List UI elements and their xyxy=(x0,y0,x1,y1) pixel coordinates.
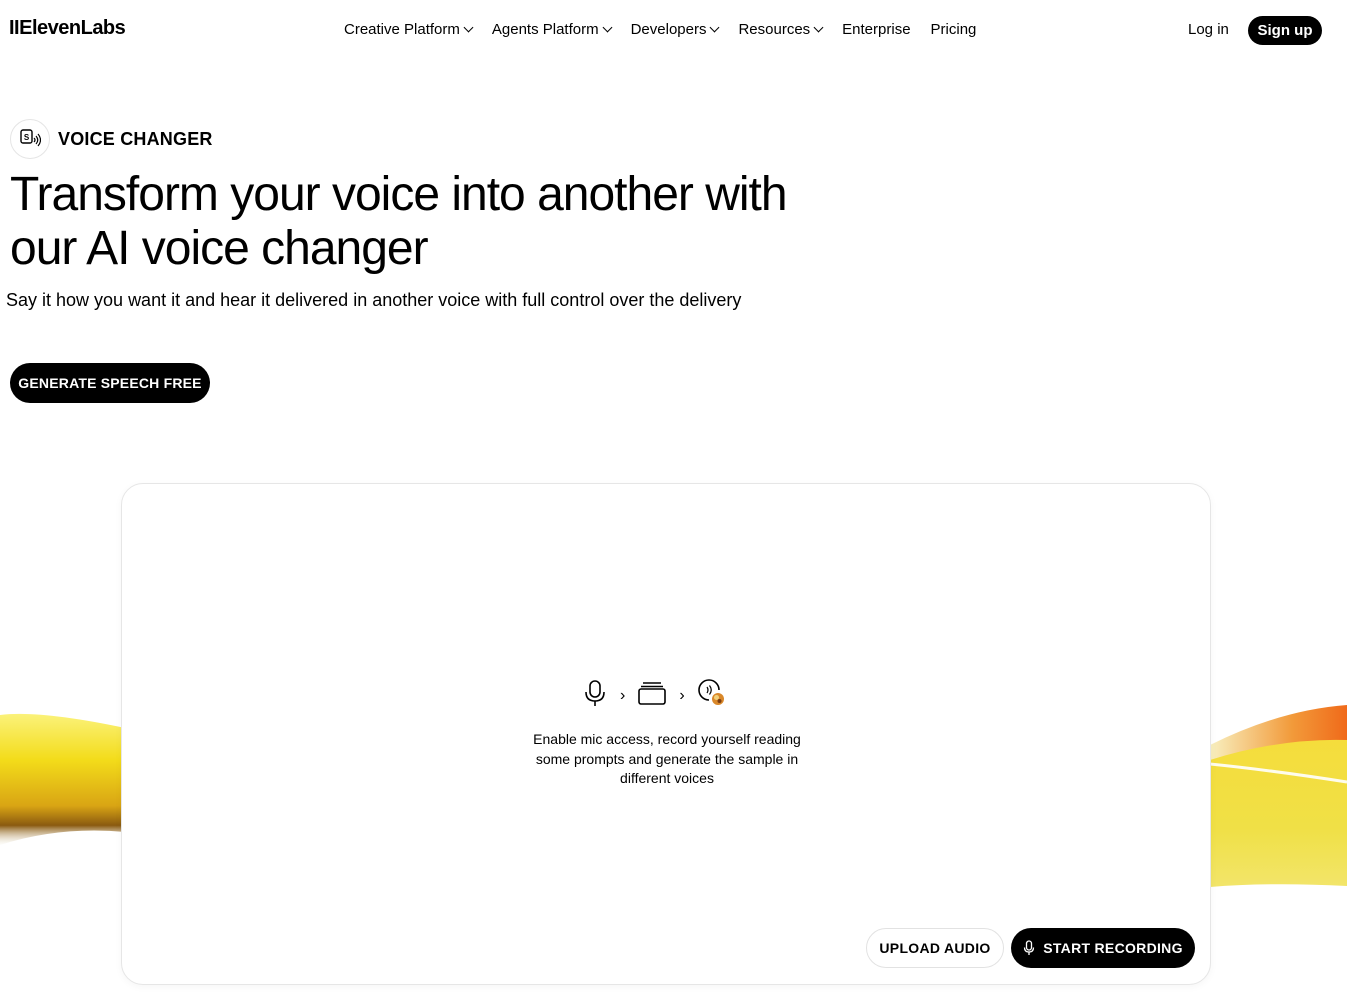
chevron-down-icon xyxy=(813,22,824,33)
yellow-blob-right xyxy=(1210,705,1347,887)
generate-speech-button[interactable]: GENERATE SPEECH FREE xyxy=(10,363,210,403)
nav-item-agents-platform[interactable]: Agents Platform xyxy=(491,21,613,38)
yellow-blob-left xyxy=(0,713,125,845)
badge-label: VOICE CHANGER xyxy=(58,128,213,149)
top-nav: IIElevenLabs Creative Platform Agents Pl… xyxy=(0,0,1347,60)
nav-links: Creative Platform Agents Platform Develo… xyxy=(344,21,996,38)
microphone-icon xyxy=(582,679,608,712)
voice-changer-card: › › Enable mic access, record yourself r… xyxy=(121,483,1211,985)
product-badge: S VOICE CHANGER xyxy=(10,119,213,159)
flow-steps: › › xyxy=(582,678,727,713)
logo[interactable]: IIElevenLabs xyxy=(9,17,126,40)
card-description: Enable mic access, record yourself readi… xyxy=(533,731,801,786)
chevron-down-icon xyxy=(463,22,474,33)
voice-avatar-icon xyxy=(697,678,727,713)
nav-item-pricing[interactable]: Pricing xyxy=(931,21,977,38)
microphone-icon xyxy=(1023,940,1035,956)
signup-button[interactable]: Sign up xyxy=(1248,16,1322,45)
nav-item-creative-platform[interactable]: Creative Platform xyxy=(344,21,474,38)
page-subtitle: Say it how you want it and hear it deliv… xyxy=(6,290,742,310)
nav-item-label: Developers xyxy=(630,21,707,38)
arrow-right-icon: › xyxy=(679,686,685,704)
start-recording-label: START RECORDING xyxy=(1043,940,1183,956)
nav-item-resources[interactable]: Resources xyxy=(738,21,824,38)
nav-item-label: Pricing xyxy=(930,21,977,38)
arrow-right-icon: › xyxy=(620,686,626,704)
voice-changer-icon: S xyxy=(10,119,50,159)
nav-item-developers[interactable]: Developers xyxy=(630,21,720,38)
chevron-down-icon xyxy=(710,22,720,33)
login-link[interactable]: Log in xyxy=(1188,21,1229,38)
svg-text:S: S xyxy=(24,133,30,142)
nav-item-label: Creative Platform xyxy=(344,21,460,38)
nav-item-label: Resources xyxy=(738,21,811,38)
chevron-down-icon xyxy=(602,22,613,33)
upload-audio-button[interactable]: UPLOAD AUDIO xyxy=(866,928,1004,968)
cards-icon xyxy=(637,680,667,711)
start-recording-button[interactable]: START RECORDING xyxy=(1011,928,1195,968)
page-title: Transform your voice into another with o… xyxy=(10,168,788,275)
nav-item-label: Agents Platform xyxy=(491,21,599,38)
nav-item-label: Enterprise xyxy=(842,21,911,38)
nav-item-enterprise[interactable]: Enterprise xyxy=(842,21,910,38)
